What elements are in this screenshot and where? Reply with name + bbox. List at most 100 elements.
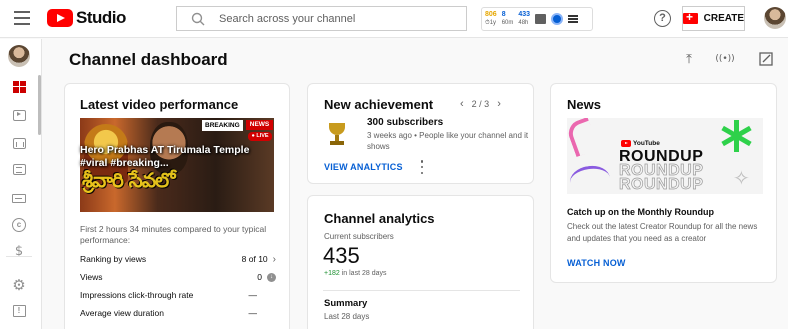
upload-icon[interactable]: ⤒: [680, 50, 698, 68]
subs-stat-period: 60m: [501, 20, 514, 26]
subs-stat-value: 8: [501, 11, 506, 18]
realtime-stat-period: 48h: [518, 20, 529, 26]
youtube-brand-text: YouTube: [633, 140, 660, 147]
sidebar-item-feedback[interactable]: !: [0, 299, 38, 323]
account-avatar[interactable]: [764, 7, 786, 29]
views-label: Views: [80, 272, 103, 282]
chevron-left-icon[interactable]: ‹: [460, 98, 464, 110]
channel-analytics-card: Channel analytics Current subscribers 43…: [307, 195, 534, 329]
latest-video-title: Latest video performance: [80, 97, 239, 112]
delta-text: in last 28 days: [341, 270, 387, 277]
avg-duration-label: Average view duration: [80, 308, 164, 318]
search-icon[interactable]: [191, 12, 205, 26]
realtime-stat: 433 48h: [518, 11, 530, 27]
news-title: News: [567, 97, 601, 112]
extension-icon: [551, 13, 564, 25]
chart-icon: [535, 14, 547, 24]
chevron-right-icon: ›: [272, 253, 276, 265]
ctr-value: —: [248, 290, 258, 300]
create-video-icon: [683, 10, 698, 24]
hamburger-menu-icon[interactable]: [14, 11, 30, 25]
youtube-play-icon: [47, 9, 73, 27]
views-stat: 806 ⏱1y: [485, 11, 497, 27]
ranking-row[interactable]: Ranking by views 8 of 10 ›: [80, 252, 276, 266]
avg-duration-value: —: [248, 308, 258, 318]
sidebar-divider: [6, 256, 32, 257]
sidebar-item-settings[interactable]: ⚙: [0, 273, 38, 297]
analytics-divider: [323, 290, 520, 291]
info-icon[interactable]: ↓: [267, 272, 276, 282]
ctr-row: Impressions click-through rate —: [80, 288, 276, 302]
top-bar: Studio 806 ⏱1y 8 60m 433 48h ? CREATE: [0, 0, 788, 38]
sidebar-item-subtitles[interactable]: [0, 186, 38, 210]
pager-text: 2 / 3: [471, 99, 490, 109]
comments-icon: [12, 163, 26, 175]
subs-stat: 8 60m: [502, 11, 514, 27]
purple-arc-decoration: [568, 163, 612, 194]
summary-period: Last 28 days: [324, 312, 370, 321]
views-stat-value: 806: [485, 11, 497, 18]
news-badge: NEWS: [246, 120, 273, 130]
logo-text: Studio: [76, 8, 126, 27]
sidebar-item-analytics[interactable]: [0, 131, 38, 155]
search-bar[interactable]: [176, 6, 467, 31]
ranking-label: Ranking by views: [80, 254, 147, 264]
sidebar-item-comments[interactable]: [0, 157, 38, 181]
creator-roundup-banner[interactable]: YouTube ROUNDUP ROUNDUP ROUNDUP ✧: [567, 118, 763, 194]
dashboard-icon: [12, 81, 26, 93]
ranking-value: 8 of 10: [241, 254, 268, 264]
news-headline: Catch up on the Monthly Roundup: [567, 207, 714, 217]
youtube-brand: YouTube: [621, 140, 660, 147]
search-input[interactable]: [219, 12, 449, 25]
sidebar-item-earn[interactable]: $: [0, 239, 38, 263]
analytics-title: Channel analytics: [324, 211, 435, 226]
studio-logo[interactable]: Studio: [47, 8, 126, 28]
go-live-icon[interactable]: ((•)): [715, 50, 734, 68]
breaking-badge: BREAKING: [202, 120, 243, 131]
current-subscribers-label: Current subscribers: [324, 232, 394, 241]
achievement-card: New achievement ‹ 2 / 3 › 300 subscriber…: [307, 83, 534, 184]
achievement-title: New achievement: [324, 97, 434, 112]
news-card: News YouTube ROUNDUP ROUNDUP ROUNDUP ✧ C…: [550, 83, 777, 283]
create-post-icon[interactable]: [757, 50, 775, 68]
sparkle-icon: ✧: [733, 166, 750, 190]
help-icon[interactable]: ?: [654, 10, 671, 27]
news-body: Check out the latest Creator Roundup for…: [567, 222, 758, 243]
watch-now-link[interactable]: WATCH NOW: [567, 258, 626, 268]
summary-title: Summary: [324, 298, 368, 309]
green-star-decoration: [719, 120, 753, 152]
achievement-pager: ‹ 2 / 3 ›: [460, 98, 501, 110]
create-button-label: CREATE: [703, 13, 744, 24]
sidebar-item-dashboard[interactable]: [0, 75, 38, 99]
pink-swirl-decoration: [567, 118, 600, 158]
sidebar-item-content[interactable]: [0, 103, 38, 127]
sidebar-scrollbar[interactable]: [38, 75, 41, 135]
create-button[interactable]: CREATE: [682, 6, 745, 31]
list-icon: [568, 14, 579, 24]
delta-value: +182: [324, 270, 340, 277]
trophy-icon: [326, 123, 348, 147]
channel-avatar[interactable]: [8, 45, 30, 67]
sidebar: c $ ⚙ !: [0, 39, 42, 329]
roundup-word-outline: ROUNDUP: [619, 176, 704, 193]
chevron-right-icon[interactable]: ›: [497, 98, 501, 110]
live-badge: ● LIVE: [248, 132, 272, 141]
sidebar-item-copyright[interactable]: c: [0, 213, 38, 237]
realtime-stats-chip[interactable]: 806 ⏱1y 8 60m 433 48h: [481, 7, 593, 31]
current-subscribers-value: 435: [323, 243, 360, 268]
analytics-icon: [12, 137, 26, 149]
realtime-stat-value: 433: [518, 11, 531, 18]
ctr-label: Impressions click-through rate: [80, 290, 194, 300]
subscribers-delta: +182 in last 28 days: [324, 270, 386, 277]
subtitles-icon: [12, 193, 26, 203]
more-options-icon[interactable]: [419, 160, 425, 174]
youtube-logo-icon: [621, 140, 631, 147]
feedback-icon: !: [12, 305, 26, 317]
gear-icon: ⚙: [12, 276, 26, 294]
video-performance-description: First 2 hours 34 minutes compared to you…: [80, 224, 267, 245]
views-value: 0: [257, 272, 262, 282]
views-row: Views 0 ↓: [80, 270, 276, 284]
view-analytics-link[interactable]: VIEW ANALYTICS: [324, 162, 403, 172]
views-stat-period: ⏱1y: [485, 20, 497, 26]
video-caption: Hero Prabhas AT Tirumala Temple #viral #…: [80, 144, 250, 169]
